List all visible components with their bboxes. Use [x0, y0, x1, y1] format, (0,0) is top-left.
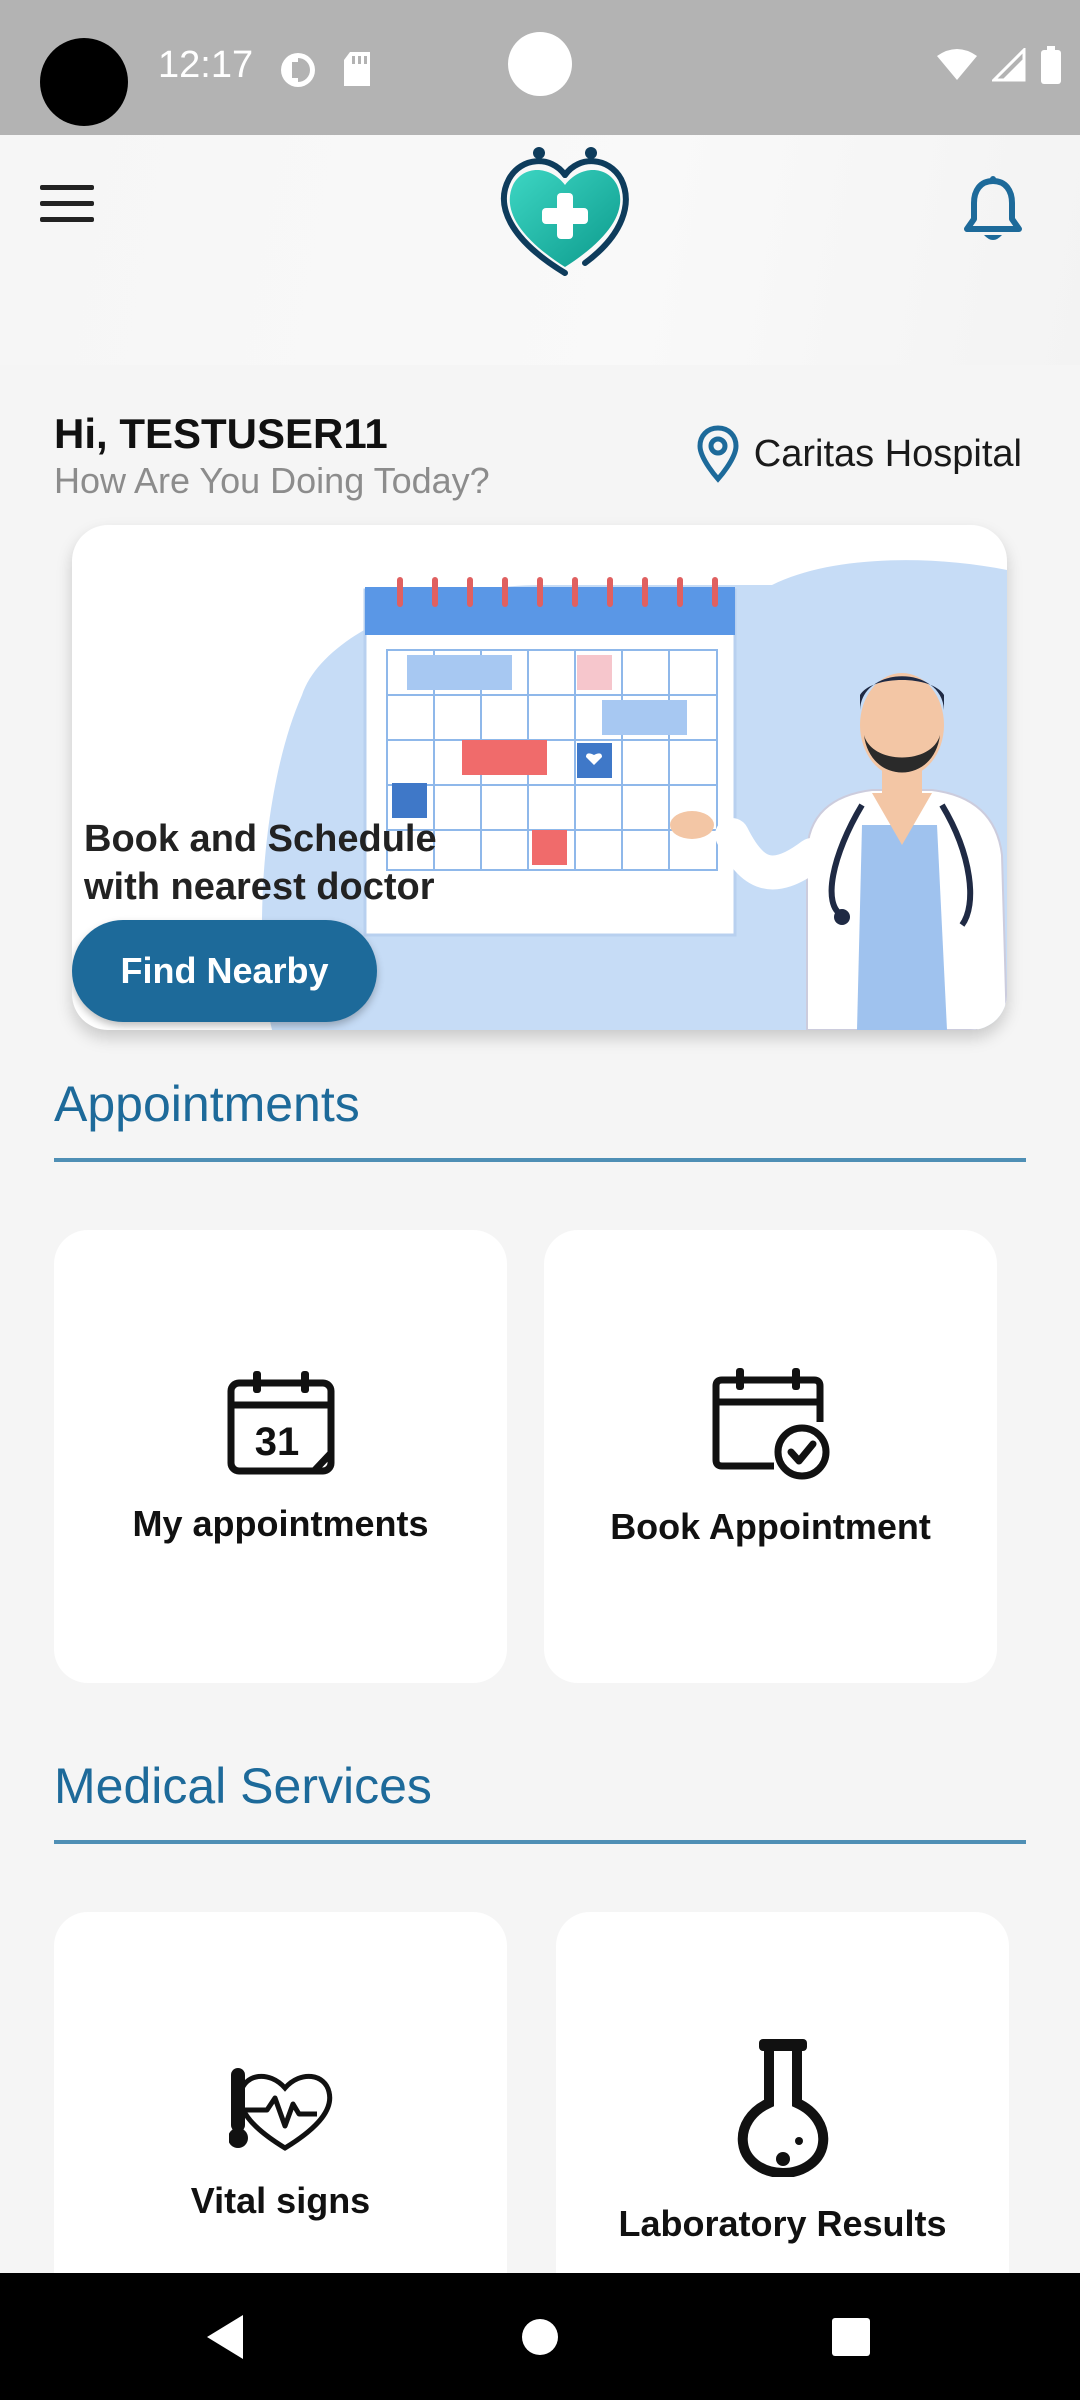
- back-icon[interactable]: [165, 2273, 285, 2400]
- medical-services-divider: [54, 1840, 1026, 1844]
- appointments-title: Appointments: [54, 1076, 360, 1132]
- status-bar: 12:17: [0, 0, 1080, 135]
- map-pin-icon: [697, 425, 739, 483]
- vital-signs-card[interactable]: Vital signs: [54, 1912, 507, 2273]
- wifi-icon: [937, 49, 977, 80]
- greeting-name: Hi, TESTUSER11: [54, 410, 388, 457]
- vital-signs-label: Vital signs: [190, 2180, 371, 2221]
- medical-services-title: Medical Services: [54, 1758, 432, 1814]
- heart-stethoscope-logo: [500, 147, 629, 276]
- data-saver-icon: [281, 53, 315, 87]
- banner-text-line1: Book and Schedule: [84, 818, 437, 860]
- appointments-divider: [54, 1158, 1026, 1162]
- app-header: [0, 135, 1080, 365]
- sd-card-icon: [344, 52, 370, 86]
- front-sensor: [508, 32, 572, 96]
- recents-icon[interactable]: [791, 2273, 911, 2400]
- bell-icon[interactable]: [962, 175, 1024, 245]
- camera-cutout: [40, 38, 128, 126]
- calendar-check-icon: [712, 1367, 829, 1479]
- cellular-signal-icon: [992, 48, 1026, 82]
- book-appointment-card[interactable]: Book Appointment: [544, 1230, 997, 1683]
- my-appointments-card[interactable]: 31 My appointments: [54, 1230, 507, 1683]
- system-navigation-bar: [0, 2273, 1080, 2400]
- banner-text-line2: with nearest doctor: [84, 866, 435, 908]
- hospital-name: Caritas Hospital: [753, 432, 1022, 475]
- flask-icon: [737, 2039, 828, 2177]
- laboratory-results-card[interactable]: Laboratory Results: [556, 1912, 1009, 2273]
- status-time: 12:17: [158, 44, 254, 86]
- find-nearby-button[interactable]: Find Nearby: [72, 920, 377, 1022]
- greeting-subtitle: How Are You Doing Today?: [54, 460, 490, 501]
- battery-icon: [1041, 46, 1061, 84]
- laboratory-results-label: Laboratory Results: [618, 2203, 947, 2244]
- heart-pulse-icon: [228, 2068, 332, 2151]
- my-appointments-label: My appointments: [132, 1502, 429, 1544]
- banner-text: Book and Schedule with nearest doctor: [84, 815, 504, 911]
- find-doctor-banner: Book and Schedule with nearest doctor Fi…: [72, 525, 1007, 1030]
- hamburger-menu-icon[interactable]: [40, 185, 94, 229]
- calendar-31-icon: 31: [227, 1370, 334, 1474]
- home-icon[interactable]: [480, 2273, 600, 2400]
- hospital-location[interactable]: Caritas Hospital: [696, 425, 1022, 483]
- svg-text:31: 31: [254, 1420, 299, 1464]
- book-appointment-label: Book Appointment: [610, 1505, 931, 1547]
